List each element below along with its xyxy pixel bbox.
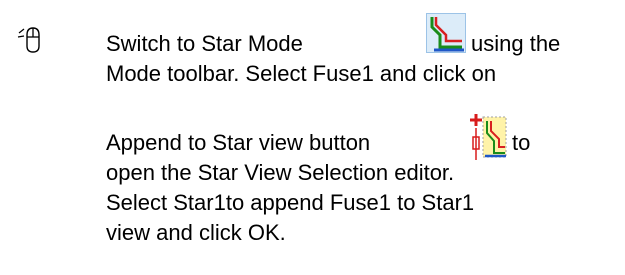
instruction-line-3b: to (512, 130, 531, 155)
mouse-icon (17, 27, 40, 53)
instruction-line-2: Mode toolbar. Select Fuse1 and click on (106, 61, 497, 86)
append-to-star-view-icon (470, 114, 507, 160)
instruction-line-6: view and click OK. (106, 220, 286, 245)
instruction-line-1b: using the (471, 31, 561, 56)
instruction-line-4: open the Star View Selection editor. (106, 160, 455, 185)
instruction-line-1a: Switch to Star Mode (106, 31, 303, 56)
star-mode-icon (426, 13, 466, 53)
instruction-line-5: Select Star1to append Fuse1 to Star1 (106, 190, 475, 215)
instruction-line-3a: Append to Star view button (106, 130, 371, 155)
